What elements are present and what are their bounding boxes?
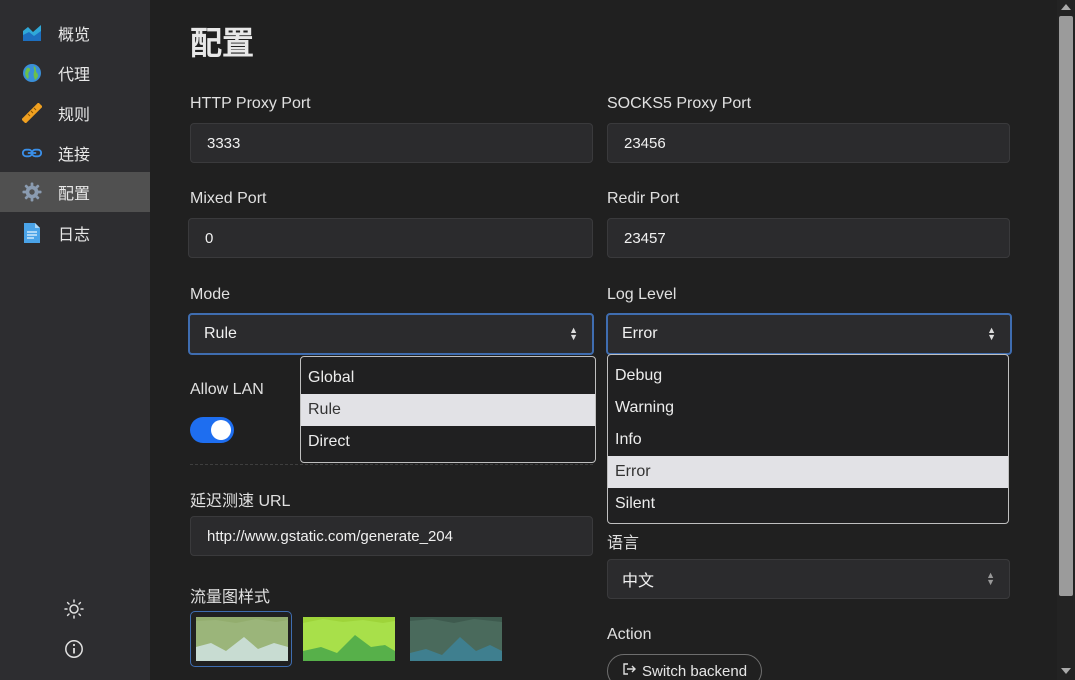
mode-option-direct[interactable]: Direct — [301, 426, 595, 458]
language-select[interactable]: 中文 ▲ ▼ — [607, 559, 1010, 599]
log-option-debug[interactable]: Debug — [608, 360, 1008, 392]
mixed-port-label: Mixed Port — [190, 190, 267, 207]
theme-sun-icon[interactable] — [62, 597, 86, 621]
sidebar-item-label: 连接 — [58, 147, 91, 164]
socks-port-label: SOCKS5 Proxy Port — [607, 95, 752, 112]
sidebar-item-overview[interactable]: 概览 — [0, 13, 150, 53]
redir-port-label: Redir Port — [607, 190, 680, 207]
gear-icon — [22, 182, 42, 202]
globe-icon — [22, 63, 42, 83]
log-level-label: Log Level — [607, 286, 677, 303]
select-arrows-icon: ▲ ▼ — [987, 325, 996, 342]
log-option-info[interactable]: Info — [608, 424, 1008, 456]
scroll-up-arrow-icon[interactable] — [1061, 4, 1071, 10]
select-arrows-icon: ▲ ▼ — [569, 325, 578, 342]
switch-icon — [622, 662, 636, 680]
toggle-knob — [211, 420, 231, 440]
sidebar-item-label: 概览 — [58, 27, 91, 44]
document-icon — [22, 223, 42, 243]
sidebar-item-rules[interactable]: 规则 — [0, 93, 150, 133]
latency-url-label: 延迟测速 URL — [190, 493, 291, 510]
select-arrows-icon: ▲ ▼ — [986, 570, 995, 587]
sidebar-item-label: 代理 — [58, 67, 91, 84]
chart-style-option-1[interactable] — [196, 617, 288, 661]
page-title: 配置 — [190, 25, 255, 61]
sidebar: 概览 代理 规则 连接 配置 日志 — [0, 0, 150, 680]
chart-style-option-2[interactable] — [303, 617, 395, 661]
sidebar-item-label: 日志 — [58, 227, 91, 244]
sidebar-item-logs[interactable]: 日志 — [0, 213, 150, 253]
http-port-label: HTTP Proxy Port — [190, 95, 311, 112]
allow-lan-toggle[interactable] — [190, 417, 234, 443]
section-divider — [190, 464, 593, 465]
sidebar-item-config[interactable]: 配置 — [0, 172, 150, 212]
config-page: 配置 HTTP Proxy Port 3333 SOCKS5 Proxy Por… — [150, 0, 1057, 680]
action-label: Action — [607, 626, 652, 643]
latency-url-input[interactable]: http://www.gstatic.com/generate_204 — [190, 516, 593, 556]
sidebar-item-label: 配置 — [58, 186, 91, 203]
switch-backend-label: Switch backend — [642, 662, 748, 680]
log-option-warning[interactable]: Warning — [608, 392, 1008, 424]
language-label: 语言 — [607, 535, 640, 552]
vertical-scrollbar[interactable] — [1057, 0, 1075, 680]
socks-port-input[interactable]: 23456 — [607, 123, 1010, 163]
info-icon[interactable] — [62, 637, 86, 661]
log-option-silent[interactable]: Silent — [608, 488, 1008, 520]
ruler-icon — [22, 103, 42, 123]
log-level-select[interactable]: Error ▲ ▼ — [606, 313, 1012, 355]
mode-label: Mode — [190, 286, 231, 303]
scrollbar-thumb[interactable] — [1059, 16, 1073, 596]
redir-port-input[interactable]: 23457 — [607, 218, 1010, 258]
log-option-error[interactable]: Error — [608, 456, 1008, 488]
allow-lan-label: Allow LAN — [190, 381, 264, 398]
mode-option-rule[interactable]: Rule — [301, 394, 595, 426]
chart-style-option-3[interactable] — [410, 617, 502, 661]
traffic-chart-style-label: 流量图样式 — [190, 589, 271, 606]
mode-select-value: Rule — [204, 325, 237, 342]
language-select-value: 中文 — [622, 573, 655, 590]
http-port-input[interactable]: 3333 — [190, 123, 593, 163]
mode-option-global[interactable]: Global — [301, 362, 595, 394]
mode-select[interactable]: Rule ▲ ▼ — [188, 313, 594, 355]
link-icon — [22, 143, 42, 163]
sidebar-item-connections[interactable]: 连接 — [0, 133, 150, 173]
log-level-dropdown-list: Debug Warning Info Error Silent — [607, 354, 1009, 524]
sidebar-item-label: 规则 — [58, 107, 91, 124]
sidebar-item-proxy[interactable]: 代理 — [0, 53, 150, 93]
chart-icon — [22, 23, 42, 43]
log-level-select-value: Error — [622, 325, 658, 342]
mixed-port-input[interactable]: 0 — [188, 218, 593, 258]
scroll-down-arrow-icon[interactable] — [1061, 668, 1071, 674]
mode-dropdown-list: Global Rule Direct — [300, 356, 596, 463]
switch-backend-button[interactable]: Switch backend — [607, 654, 763, 680]
